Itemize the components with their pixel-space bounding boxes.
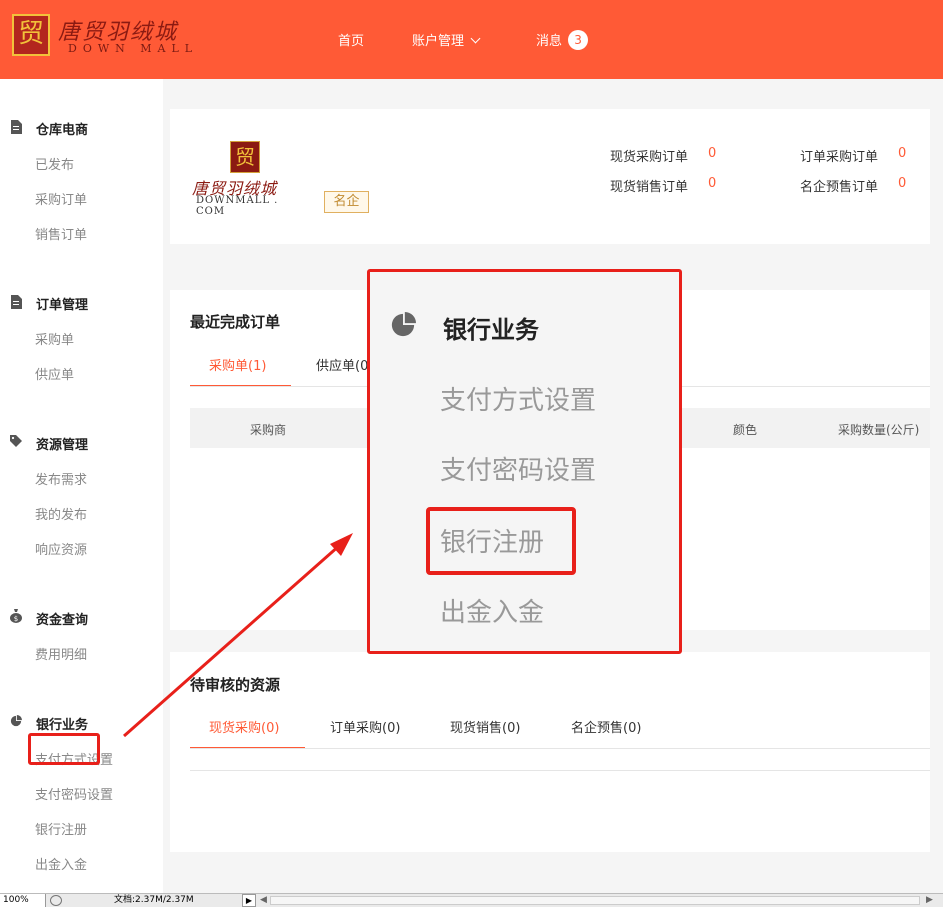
scroll-left-icon[interactable]: ◀: [260, 894, 267, 906]
pie-chart-icon: [10, 715, 22, 727]
sidebar-item-bank-registration[interactable]: 银行注册: [35, 819, 87, 838]
tag-icon: [10, 435, 22, 447]
logo-english-name: DOWN MALL: [68, 42, 199, 55]
nav-home[interactable]: 首页: [338, 30, 364, 49]
stat-presale-label: 名企预售订单: [800, 180, 879, 195]
zoom-callout-bank-business: 银行业务 支付方式设置 支付密码设置 银行注册 出金入金: [367, 269, 682, 654]
company-logo-seal: 贸: [230, 141, 260, 173]
message-count-badge: 3: [568, 30, 589, 50]
tab-divider: [190, 748, 930, 749]
sidebar-group-order-management: 订单管理: [36, 298, 89, 313]
sidebar-group-bank-business: 银行业务: [36, 718, 89, 733]
tab-presale[interactable]: 名企预售(0): [571, 717, 641, 736]
nav-account-label: 账户管理: [412, 34, 465, 49]
top-header: 贸 唐贸羽绒城 DOWN MALL 首页 账户管理 消息 3: [0, 0, 943, 79]
stat-spot-sales-label: 现货销售订单: [610, 180, 689, 195]
sidebar: 仓库电商 已发布 采购订单 销售订单 订单管理 采购单 供应单 资源管理 发布需…: [0, 79, 163, 893]
chevron-down-icon: [470, 33, 481, 44]
zoom-callout-title: 银行业务: [443, 316, 539, 344]
logo-seal: 贸: [12, 14, 50, 56]
zoom-item-payment-method-settings: 支付方式设置: [440, 386, 597, 416]
horizontal-scrollbar[interactable]: [270, 896, 920, 905]
column-header-quantity: 采购数量(公斤): [838, 423, 920, 437]
stat-spot-purchase-value[interactable]: 0: [708, 146, 716, 161]
company-domain: DOWNMALL . COM: [196, 195, 279, 217]
stat-presale-value[interactable]: 0: [898, 176, 906, 191]
sidebar-item-sales-orders[interactable]: 销售订单: [35, 224, 87, 243]
zoom-item-withdraw-deposit: 出金入金: [440, 598, 545, 628]
document-size-readout: 文档:2.37M/2.37M: [114, 895, 194, 905]
column-header-buyer: 采购商: [250, 423, 287, 437]
sidebar-group-funds-query: 资金查询: [36, 613, 89, 628]
tab-spot-sales[interactable]: 现货销售(0): [450, 717, 520, 736]
sidebar-item-payment-password-settings[interactable]: 支付密码设置: [35, 784, 113, 803]
company-logo: 贸 唐贸羽绒城 DOWNMALL . COM: [192, 141, 302, 217]
play-button[interactable]: ▶: [242, 894, 256, 907]
sidebar-item-fee-details[interactable]: 费用明细: [35, 644, 87, 663]
table-divider: [190, 770, 930, 771]
tab-spot-purchase[interactable]: 现货采购(0): [209, 717, 279, 736]
document-icon: [11, 120, 22, 134]
column-header-color: 颜色: [733, 423, 758, 437]
document-icon: [11, 295, 22, 309]
sidebar-item-purchase-orders[interactable]: 采购订单: [35, 189, 87, 208]
tab-order-purchase[interactable]: 订单采购(0): [330, 717, 400, 736]
nav-messages[interactable]: 消息 3: [536, 30, 589, 51]
nav-account-management[interactable]: 账户管理: [412, 30, 481, 49]
highlight-box-bank-registration: [28, 733, 100, 765]
money-bag-icon: $: [10, 609, 22, 623]
nav-messages-label: 消息: [536, 34, 563, 49]
sidebar-item-withdraw-deposit[interactable]: 出金入金: [35, 854, 87, 873]
sidebar-item-supply-list[interactable]: 供应单: [35, 364, 74, 383]
site-logo[interactable]: 贸 唐贸羽绒城 DOWN MALL: [12, 14, 212, 58]
sidebar-item-published[interactable]: 已发布: [35, 154, 74, 173]
pending-resources-panel: 待审核的资源 现货采购(0) 订单采购(0) 现货销售(0) 名企预售(0): [170, 652, 930, 852]
stat-order-purchase-value[interactable]: 0: [898, 146, 906, 161]
nav-home-label: 首页: [338, 34, 365, 49]
sidebar-group-warehouse-ecommerce: 仓库电商: [36, 123, 89, 138]
browser-status-bar: 100% 文档:2.37M/2.37M ▶ ◀ ▶: [0, 893, 943, 907]
pending-resources-title: 待审核的资源: [190, 676, 281, 694]
sidebar-item-my-publications[interactable]: 我的发布: [35, 504, 87, 523]
sidebar-item-publish-demand[interactable]: 发布需求: [35, 469, 87, 488]
stat-spot-sales-value[interactable]: 0: [708, 176, 716, 191]
zoom-highlight-box: [426, 507, 576, 575]
stat-spot-purchase-label: 现货采购订单: [610, 150, 689, 165]
sidebar-group-resource-management: 资源管理: [36, 438, 89, 453]
famous-enterprise-badge: 名企: [324, 191, 369, 213]
stat-order-purchase-label: 订单采购订单: [800, 150, 879, 165]
recent-orders-title: 最近完成订单: [190, 313, 281, 331]
pie-chart-icon: [391, 312, 416, 337]
sidebar-item-purchase-list[interactable]: 采购单: [35, 329, 74, 348]
tab-supply-orders[interactable]: 供应单(0: [316, 355, 368, 374]
zoom-item-payment-password-settings: 支付密码设置: [440, 456, 597, 486]
company-profile-panel: 贸 唐贸羽绒城 DOWNMALL . COM 名企 现货采购订单 0 订单采购订…: [170, 109, 930, 244]
clock-icon: [50, 895, 62, 906]
svg-text:$: $: [14, 615, 18, 623]
zoom-level-readout[interactable]: 100%: [0, 894, 46, 907]
tab-purchase-orders[interactable]: 采购单(1): [209, 355, 266, 374]
sidebar-item-response-resources[interactable]: 响应资源: [35, 539, 87, 558]
scroll-right-icon[interactable]: ▶: [926, 894, 933, 906]
